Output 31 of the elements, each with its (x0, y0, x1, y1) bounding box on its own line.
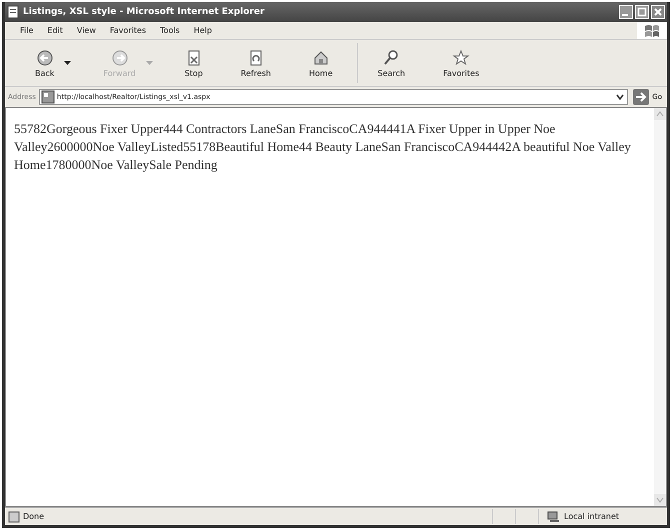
search-icon (382, 48, 400, 66)
dropdown-caret-icon[interactable] (64, 61, 72, 65)
window-title: Listings, XSL style - Microsoft Internet Explorer (23, 7, 266, 17)
page-icon (40, 90, 55, 104)
menu-item[interactable]: File (13, 26, 40, 35)
computer-icon (547, 510, 561, 522)
minimize-icon[interactable] (619, 5, 633, 19)
page-icon (7, 5, 19, 19)
menu-item[interactable]: Edit (40, 26, 70, 35)
close-icon[interactable] (651, 5, 665, 19)
menu-item[interactable]: Help (186, 26, 219, 35)
menu-item[interactable]: Tools (153, 26, 187, 35)
status-text: Done (23, 512, 44, 521)
zone-text: Local intranet (564, 512, 620, 521)
refresh-button[interactable]: Refresh (234, 46, 277, 80)
house-icon (312, 48, 330, 66)
menu-item[interactable]: View (70, 26, 103, 35)
home-button[interactable]: Home (303, 46, 339, 80)
arrow-icon (633, 89, 650, 105)
menu-item[interactable]: Favorites (102, 26, 154, 35)
star-icon (452, 48, 470, 66)
page-icon (8, 510, 20, 522)
maximize-icon[interactable] (635, 5, 649, 19)
listing-text: 55782Gorgeous Fixer Upper444 Contractors LaneSan FranciscoCA944441A Fixer Upper in Upper Noe Valley2600000Noe ValleyListed55178Beautiful Home44 Beauty LaneSan FranciscoCA944442A beautiful Noe Valley Home1780000Noe ValleySale Pending (14, 120, 632, 174)
scroll-down-icon[interactable] (654, 494, 666, 506)
scrollbar[interactable] (654, 108, 666, 506)
stop-button[interactable]: Stop (178, 46, 209, 80)
back-button[interactable]: Back (29, 46, 60, 80)
scroll-up-icon[interactable] (654, 108, 666, 120)
search-button[interactable]: Search (372, 46, 412, 80)
favorites-button[interactable]: Favorites (437, 46, 486, 80)
